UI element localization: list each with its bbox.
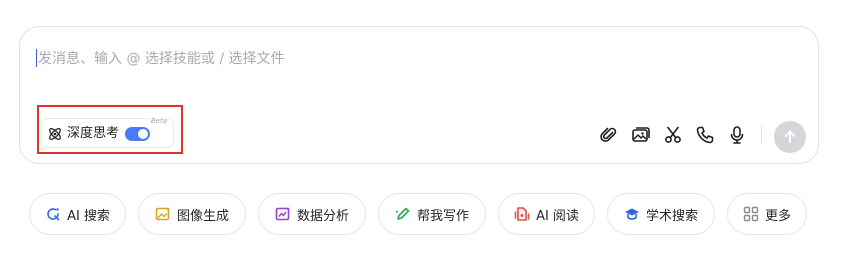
phone-icon (696, 126, 714, 144)
graduation-cap-icon (624, 206, 640, 222)
chip-label: 更多 (764, 208, 791, 224)
message-input[interactable]: 发消息、输入 @ 选择技能或 / 选择文件 (38, 48, 758, 70)
chip-label: AI 阅读 (536, 208, 579, 224)
switch-knob (138, 129, 148, 139)
chip-ai-search[interactable]: AI 搜索 (29, 193, 126, 235)
attach-button[interactable] (599, 125, 619, 145)
screenshot-button[interactable] (663, 125, 683, 145)
toolbar-divider (761, 125, 762, 145)
search-refresh-icon (45, 206, 61, 222)
chip-label: 帮我写作 (416, 208, 469, 224)
image-upload-button[interactable] (631, 125, 651, 145)
voice-input-button[interactable] (727, 125, 747, 145)
image-icon (632, 127, 650, 142)
text-caret (36, 49, 37, 67)
chip-label: AI 搜索 (67, 208, 110, 224)
microphone-icon (730, 126, 744, 144)
grid-icon (743, 206, 759, 222)
paperclip-icon (600, 127, 617, 142)
chip-writing[interactable]: 帮我写作 (378, 193, 486, 235)
send-button[interactable] (774, 121, 806, 153)
chip-label: 数据分析 (296, 208, 349, 224)
image-gen-icon (155, 206, 171, 222)
chip-more[interactable]: 更多 (727, 193, 807, 235)
chip-ai-reading[interactable]: AI 阅读 (498, 193, 595, 235)
pen-icon (395, 206, 411, 222)
data-chart-icon (275, 206, 291, 222)
chip-image-generation[interactable]: 图像生成 (138, 193, 246, 235)
scissors-icon (665, 126, 681, 143)
chip-academic-search[interactable]: 学术搜索 (607, 193, 715, 235)
atom-icon (49, 128, 61, 140)
call-button[interactable] (695, 125, 715, 145)
beta-badge: Beta (148, 117, 169, 125)
arrow-up-icon (784, 130, 796, 144)
deep-think-label: 深度思考 (67, 126, 120, 141)
deep-think-switch[interactable] (125, 127, 150, 141)
reading-icon (514, 206, 530, 222)
deep-think-toggle[interactable]: 深度思考 Beta (41, 117, 174, 148)
chip-label: 学术搜索 (645, 208, 698, 224)
chip-label: 图像生成 (176, 208, 229, 224)
chip-data-analysis[interactable]: 数据分析 (258, 193, 366, 235)
